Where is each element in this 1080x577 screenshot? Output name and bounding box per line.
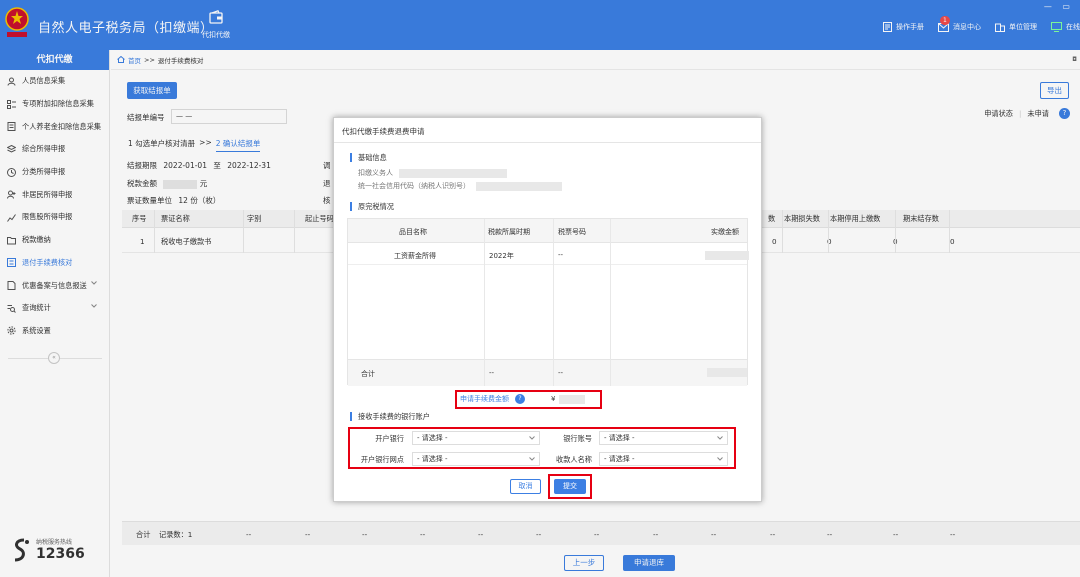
row-divider (348, 264, 747, 265)
credit-code-label: 统一社会信用代码（纳税人识别号） (358, 182, 470, 190)
bank-select-value: - 请选择 - (417, 434, 448, 442)
col-period: 税款所属时期 (488, 228, 530, 236)
chevron-down-icon (717, 457, 723, 461)
row-paid-masked (705, 251, 749, 260)
chevron-down-icon (717, 436, 723, 440)
withholding-agent-label: 扣缴义务人 (358, 169, 393, 177)
fee-refund-dialog: 代扣代缴手续费退费申请 基础信息 扣缴义务人 统一社会信用代码（纳税人识别号） … (333, 117, 762, 502)
fee-help-icon[interactable]: ? (515, 394, 525, 404)
bank-label: 开户银行 (375, 434, 404, 443)
account-select[interactable]: - 请选择 - (599, 431, 728, 445)
dialog-divider (334, 142, 761, 143)
payee-select[interactable]: - 请选择 - (599, 452, 728, 466)
original-tax-header: 品目名称 税款所属时期 税票号码 实缴金额 (348, 219, 747, 243)
original-tax-sum: 合计 -- -- (348, 359, 747, 386)
cancel-button[interactable]: 取消 (510, 479, 541, 494)
col-divider (484, 219, 485, 386)
row-period: 2022年 (489, 252, 514, 260)
bank-account-title: 接收手续费的银行账户 (350, 412, 430, 422)
col-divider (553, 219, 554, 386)
submit-button[interactable]: 提交 (554, 479, 586, 494)
branch-select[interactable]: - 请选择 - (412, 452, 540, 466)
credit-code-row: 统一社会信用代码（纳税人识别号） (358, 181, 563, 191)
sum-label: 合计 (361, 370, 375, 378)
fee-amount-masked (559, 394, 586, 404)
account-label: 银行账号 (563, 434, 592, 443)
col-ticket: 税票号码 (558, 228, 586, 236)
col-divider (610, 219, 611, 386)
row-ticket: -- (558, 251, 564, 259)
credit-code-masked (476, 181, 563, 191)
sum-dash: -- (489, 369, 495, 377)
col-item: 品目名称 (399, 228, 427, 236)
chevron-down-icon (529, 457, 535, 461)
branch-select-value: - 请选择 - (417, 455, 448, 463)
withholding-agent-row: 扣缴义务人 (358, 168, 508, 178)
payee-select-value: - 请选择 - (604, 455, 635, 463)
withholding-agent-masked (399, 168, 508, 178)
chevron-down-icon (529, 436, 535, 440)
sum-dash: -- (558, 369, 564, 377)
branch-label: 开户银行网点 (360, 455, 404, 464)
col-paid: 实缴金额 (711, 228, 739, 236)
fee-label: 申请手续费金额 (460, 395, 509, 403)
dialog-title: 代扣代缴手续费退费申请 (342, 127, 425, 136)
fee-currency: ¥ (551, 395, 556, 403)
account-select-value: - 请选择 - (604, 434, 635, 442)
row-item: 工资薪金所得 (394, 252, 436, 260)
original-tax-title: 原完税情况 (350, 202, 394, 212)
original-tax-table: 品目名称 税款所属时期 税票号码 实缴金额 工资薪金所得 2022年 -- 合计… (347, 218, 749, 386)
basic-info-title: 基础信息 (350, 153, 387, 163)
fee-amount-row: 申请手续费金额 ? ¥ (460, 394, 586, 404)
sum-masked (707, 368, 747, 377)
bank-select[interactable]: - 请选择 - (412, 431, 540, 445)
payee-label: 收款人名称 (556, 455, 592, 464)
